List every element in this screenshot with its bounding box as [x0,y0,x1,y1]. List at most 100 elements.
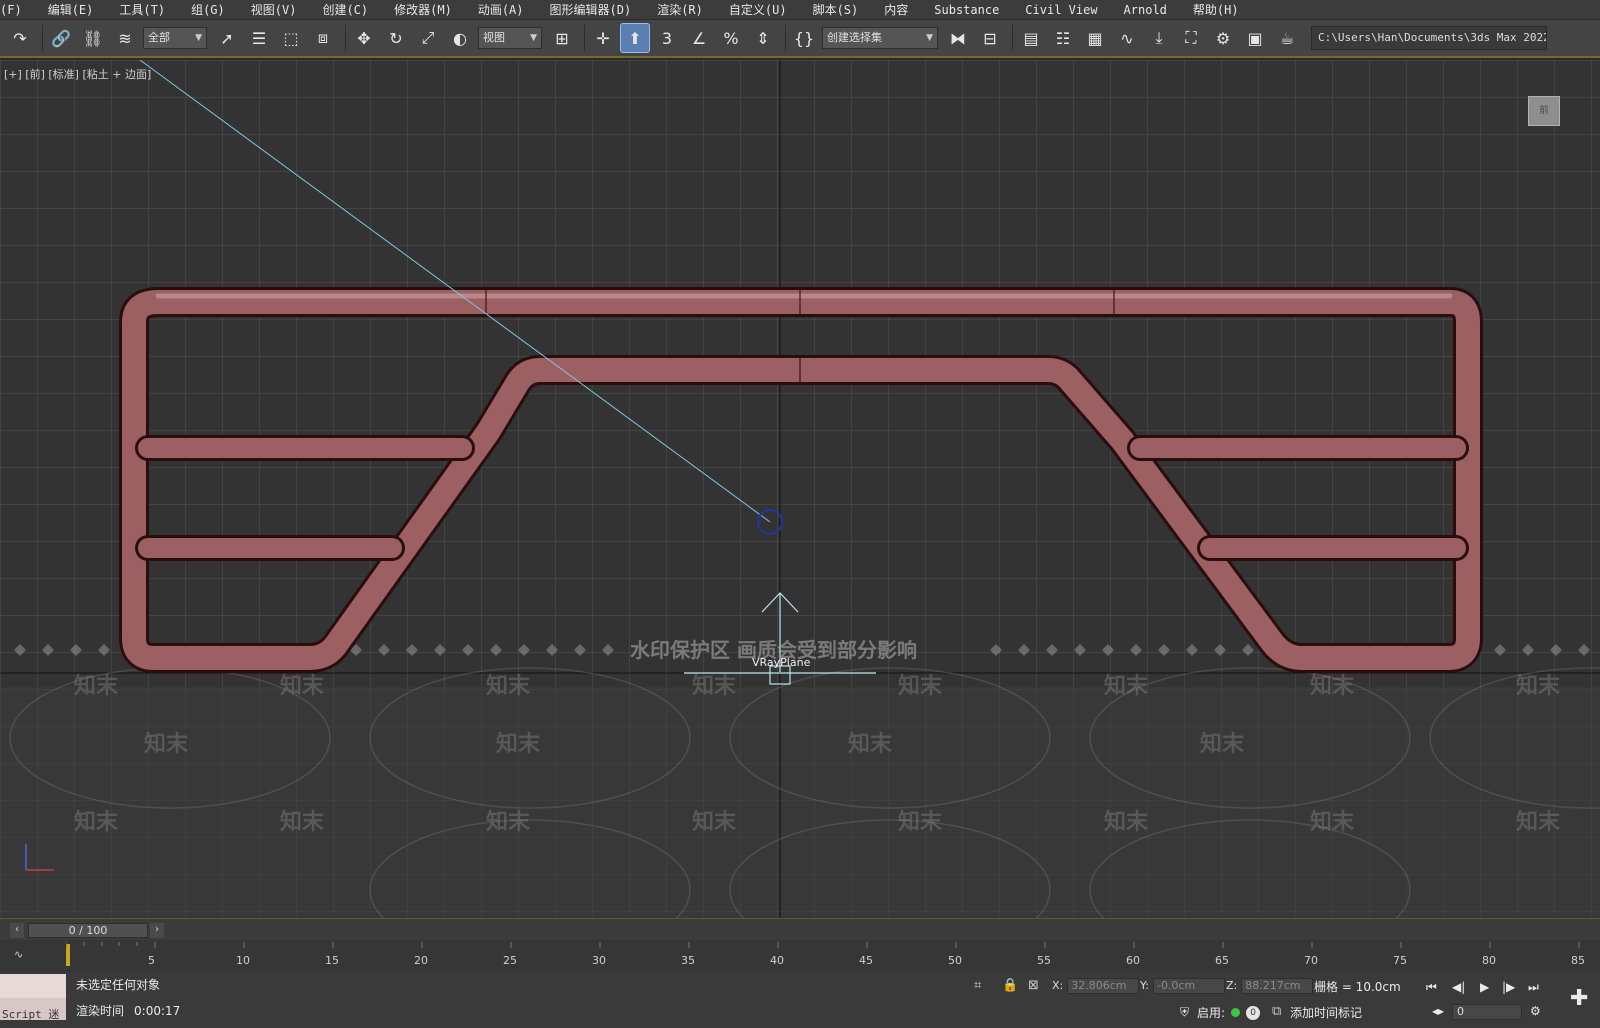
layer-explorer-icon[interactable]: ☷ [1049,24,1077,52]
material-editor-icon[interactable]: ⛶ [1177,24,1205,52]
menu-tools[interactable]: 工具(T) [106,0,178,20]
edit-named-selection-icon[interactable]: {} [790,24,818,52]
next-frame-icon[interactable]: |▶ [1502,980,1515,994]
pivot-center-icon[interactable]: ⊞ [548,24,576,52]
menu-help[interactable]: 帮助(H) [1180,0,1252,20]
isolate-selection-icon[interactable]: ⌗ [974,978,981,993]
menu-views[interactable]: 视图(V) [238,0,310,20]
menu-scripting[interactable]: 脚本(S) [800,0,872,20]
menu-graph-editors[interactable]: 图形编辑器(D) [537,0,645,20]
menu-modifiers[interactable]: 修改器(M) [381,0,465,20]
menu-bar: (F) 编辑(E) 工具(T) 组(G) 视图(V) 创建(C) 修改器(M) … [0,0,1600,20]
scale-icon[interactable]: ⤢ [414,24,442,52]
ruler-label: 75 [1393,954,1407,967]
menu-file[interactable]: (F) [0,0,35,20]
rectangle-selection-icon[interactable]: ⬚ [277,24,305,52]
project-path-field[interactable]: C:\Users\Han\Documents\3ds Max 2022 [1311,26,1547,50]
status-green-icon [1231,1008,1241,1017]
menu-animation[interactable]: 动画(A) [465,0,537,20]
shield-icon: ⛨ [1180,1005,1190,1019]
toolbar-divider [345,25,346,51]
watermark-ellipses [9,667,1600,918]
chevron-right-icon[interactable]: › [150,923,164,938]
time-cursor [66,944,70,966]
render-setup-icon[interactable]: ⚙ [1209,24,1237,52]
zoom-extents-icon[interactable]: ✚ [1570,986,1588,1011]
menu-group[interactable]: 组(G) [178,0,238,20]
spinner-snap-icon[interactable]: ⇕ [749,24,777,52]
play-icon[interactable]: ▶ [1480,980,1489,994]
menu-content[interactable]: 内容 [871,0,921,20]
menu-rendering[interactable]: 渲染(R) [644,0,716,20]
toggle-ribbon-icon[interactable]: ▦ [1081,24,1109,52]
window-crossing-icon[interactable]: ⧈ [309,24,337,52]
z-label: Z: [1226,979,1238,992]
render-production-icon[interactable]: ☕ [1273,24,1301,52]
go-to-end-icon[interactable]: ⏭ [1528,980,1539,995]
viewport-scene [0,60,1600,918]
current-frame-field[interactable]: 0 [1452,1004,1522,1020]
time-slider[interactable]: ‹ 0 / 100 › [0,918,1600,940]
add-time-tag[interactable]: 添加时间标记 [1290,1004,1362,1021]
previous-frame-icon[interactable]: ◀| [1452,980,1465,994]
y-coordinate: Y: -0.0cm [1140,978,1225,994]
render-time-value: 0:00:17 [134,1004,181,1018]
x-field[interactable]: 32.806cm [1067,978,1140,994]
enable-label: 启用: [1197,1006,1226,1020]
time-slider-thumb[interactable]: 0 / 100 [28,923,148,938]
lock-icon[interactable]: 🔒 [1002,978,1018,993]
angle-snap-icon[interactable]: ∠ [685,24,713,52]
tube-frame-object[interactable] [119,287,1483,673]
ruler-label: 70 [1304,954,1318,967]
keyboard-shortcut-override-icon[interactable]: ⬆ [620,23,650,53]
select-manipulate-icon[interactable]: ✛ [589,24,617,52]
reference-coordinate-dropdown[interactable]: 视图 ▼ [478,27,542,49]
percent-snap-icon[interactable]: % [717,24,745,52]
menu-customize[interactable]: 自定义(U) [716,0,800,20]
ruler-ticks [66,942,1580,948]
ruler-label: 5 [148,954,155,967]
time-configuration-icon[interactable]: ⚙ [1530,1004,1541,1018]
rotate-icon[interactable]: ↻ [382,24,410,52]
y-field[interactable]: -0.0cm [1152,978,1225,994]
menu-substance[interactable]: Substance [921,0,1012,20]
viewcube[interactable]: 前 [1528,96,1560,126]
selection-filter-dropdown[interactable]: 全部 ▼ [143,27,207,49]
vrayplane-label: VRayPlane [752,656,811,669]
align-icon[interactable]: ⊟ [976,24,1004,52]
move-icon[interactable]: ✥ [350,24,378,52]
link-icon[interactable]: 🔗 [47,24,75,52]
curve-editor-icon[interactable]: ∿ [1113,24,1141,52]
rendered-frame-window-icon[interactable]: ▣ [1241,24,1269,52]
ruler-label: 65 [1215,954,1229,967]
bind-space-warp-icon[interactable]: ≋ [111,24,139,52]
menu-edit[interactable]: 编辑(E) [35,0,107,20]
mirror-icon[interactable]: ⧓ [944,24,972,52]
adaptive-degradation[interactable]: ⛨ 启用: 0 [1180,1004,1261,1021]
redo-icon[interactable]: ↷ [6,24,34,52]
select-by-name-icon[interactable]: ☰ [245,24,273,52]
menu-create[interactable]: 创建(C) [309,0,381,20]
y-label: Y: [1140,979,1149,992]
snaps-toggle-icon[interactable]: 3 [653,24,681,52]
menu-arnold[interactable]: Arnold [1111,0,1180,20]
scene-explorer-icon[interactable]: ▤ [1017,24,1045,52]
select-object-icon[interactable]: ➚ [213,24,241,52]
chevron-left-icon[interactable]: ‹ [10,923,24,938]
viewcube-face-label: 前 [1539,106,1549,116]
key-mode-icon[interactable]: ◂▸ [1432,1004,1444,1018]
go-to-start-icon[interactable]: ⏮ [1426,980,1437,995]
front-viewport[interactable]: 知末 知末 知末 知末 知末 知末 知末 知末 知末 知末 知末 知末 知末 知… [0,60,1600,918]
named-selection-dropdown[interactable]: 创建选择集 ▼ [822,27,938,49]
maxscript-listener[interactable]: Script 迷 [0,974,66,1020]
mini-curve-editor-icon[interactable]: ∿ [14,948,38,964]
viewport-label[interactable]: [+] [前] [标准] [粘土 + 边面] [4,66,151,82]
time-tag-icon[interactable]: ⧉ [1272,1004,1281,1019]
track-bar[interactable]: ∿ 5 10 15 20 25 30 35 40 45 50 55 60 65 … [0,940,1600,972]
unlink-icon[interactable]: ⛓ [79,24,107,52]
menu-civil-view[interactable]: Civil View [1012,0,1110,20]
place-icon[interactable]: ◐ [446,24,474,52]
absolute-mode-icon[interactable]: ⊠ [1028,978,1039,993]
schematic-view-icon[interactable]: ⤓ [1145,24,1173,52]
z-field[interactable]: 88.217cm [1241,978,1314,994]
